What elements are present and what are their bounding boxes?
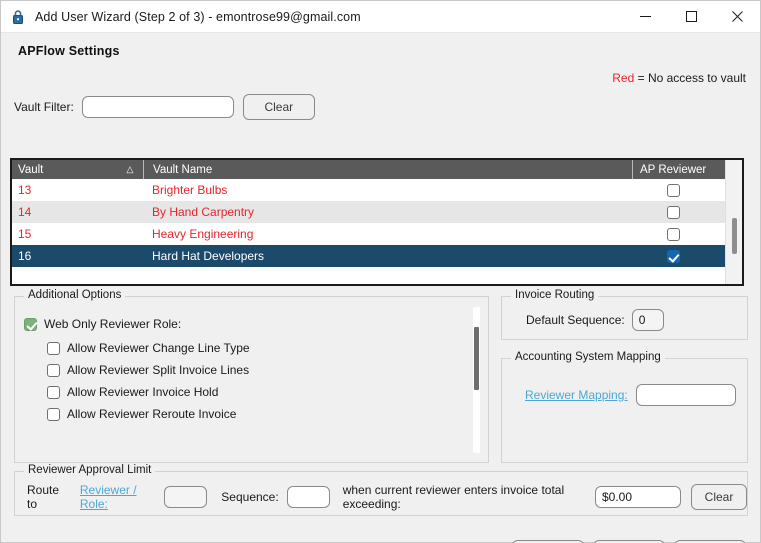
reviewer-permission-label: Allow Reviewer Change Line Type [67, 341, 250, 355]
vault-id-cell: 15 [18, 227, 32, 241]
reviewer-permission-label: Allow Reviewer Reroute Invoice [67, 407, 237, 421]
table-row[interactable]: 14 By Hand Carpentry [12, 201, 742, 223]
additional-options-scrollbar-thumb[interactable] [474, 327, 479, 390]
default-sequence-label: Default Sequence: [526, 313, 625, 327]
web-only-reviewer-role-label: Web Only Reviewer Role: [44, 317, 182, 331]
reviewer-role-link[interactable]: Reviewer / Role: [80, 483, 155, 511]
sequence-input[interactable] [286, 486, 330, 508]
maximize-icon [685, 11, 697, 22]
reviewer-permission-label: Allow Reviewer Split Invoice Lines [67, 363, 250, 377]
reviewer-permission-row[interactable]: Allow Reviewer Invoice Hold [47, 385, 250, 399]
ap-reviewer-checkbox[interactable] [666, 183, 680, 197]
vault-filter-row: Vault Filter: Clear [14, 94, 315, 120]
reviewer-mapping-link[interactable]: Reviewer Mapping: [525, 388, 628, 402]
default-sequence-row: Default Sequence: [526, 309, 664, 331]
table-row[interactable]: 15 Heavy Engineering [12, 223, 742, 245]
reviewer-mapping-input[interactable] [635, 384, 736, 406]
column-header-vault[interactable]: Vault [12, 160, 117, 179]
additional-options-legend: Additional Options [24, 289, 126, 301]
close-icon [731, 11, 743, 22]
vault-filter-label: Vault Filter: [14, 100, 74, 114]
ap-reviewer-checkbox[interactable] [666, 227, 680, 241]
legend-no-access: Red = No access to vault [612, 71, 746, 85]
vault-grid-scrollbar[interactable] [725, 160, 742, 284]
column-header-vault-name[interactable]: Vault Name [143, 160, 632, 179]
ap-reviewer-checkbox[interactable] [666, 249, 680, 263]
vault-name-cell: Hard Hat Developers [152, 249, 265, 263]
vault-id-cell: 16 [18, 249, 32, 263]
window-title: Add User Wizard (Step 2 of 3) - emontros… [35, 9, 361, 24]
page-title: APFlow Settings [18, 44, 120, 58]
reviewer-permission-checkbox[interactable] [47, 385, 60, 399]
web-only-reviewer-role-checkbox[interactable] [24, 317, 37, 331]
reviewer-permission-row[interactable]: Allow Reviewer Split Invoice Lines [47, 363, 250, 377]
vault-id-cell: 13 [18, 183, 32, 197]
legend-red-word: Red [612, 71, 635, 85]
sort-ascending-icon[interactable]: △ [117, 160, 143, 179]
accounting-system-mapping-legend: Accounting System Mapping [511, 351, 665, 363]
table-row[interactable]: 13 Brighter Bulbs [12, 179, 742, 201]
reviewer-permission-label: Allow Reviewer Invoice Hold [67, 385, 219, 399]
reviewer-permission-row[interactable]: Allow Reviewer Change Line Type [47, 341, 250, 355]
reviewer-permission-checkbox[interactable] [47, 341, 60, 355]
vault-filter-clear-button[interactable]: Clear [242, 94, 315, 120]
vault-id-cell: 14 [18, 205, 32, 219]
add-user-wizard-window: Add User Wizard (Step 2 of 3) - emontros… [0, 0, 761, 543]
exceeding-label: when current reviewer enters invoice tot… [342, 483, 565, 511]
invoice-total-amount-input[interactable] [595, 486, 681, 508]
vault-name-cell: By Hand Carpentry [152, 205, 255, 219]
reviewer-permission-checkbox[interactable] [47, 363, 60, 377]
reviewer-approval-limit-group: Reviewer Approval Limit Route to Reviewe… [14, 464, 748, 516]
vault-grid: Vault △ Vault Name AP Reviewer 13 Brighte… [10, 158, 744, 286]
dialog-body: APFlow Settings Red = No access to vault… [1, 33, 760, 543]
web-only-reviewer-role-row[interactable]: Web Only Reviewer Role: [24, 317, 181, 331]
reviewer-permission-list: Allow Reviewer Change Line Type Allow Rev… [47, 341, 250, 429]
default-sequence-input[interactable] [631, 309, 664, 331]
reviewer-approval-limit-legend: Reviewer Approval Limit [24, 464, 156, 476]
vault-name-cell: Heavy Engineering [152, 227, 254, 241]
minimize-button[interactable] [622, 1, 668, 33]
reviewer-mapping-row: Reviewer Mapping: [525, 384, 736, 406]
additional-options-scrollbar[interactable] [473, 307, 480, 453]
vault-grid-body: 13 Brighter Bulbs 14 By Hand Carpentry 15 Hea… [12, 179, 742, 284]
ap-reviewer-checkbox[interactable] [666, 205, 680, 219]
title-bar: Add User Wizard (Step 2 of 3) - emontros… [1, 1, 760, 33]
legend-text: = No access to vault [637, 71, 746, 85]
maximize-button[interactable] [668, 1, 714, 33]
approval-limit-row: Route to Reviewer / Role: Sequence: when… [27, 483, 747, 511]
lock-icon [13, 9, 23, 24]
window-controls [622, 1, 760, 33]
vault-grid-scrollbar-thumb[interactable] [732, 218, 737, 254]
route-to-label: Route to [27, 483, 60, 511]
reviewer-role-input[interactable] [164, 486, 208, 508]
vault-filter-input[interactable] [81, 96, 234, 118]
sequence-label: Sequence: [221, 490, 279, 504]
vault-name-cell: Brighter Bulbs [152, 183, 228, 197]
invoice-routing-group: Invoice Routing Default Sequence: [501, 289, 748, 340]
approval-limit-clear-button[interactable]: Clear [691, 484, 747, 510]
close-button[interactable] [714, 1, 760, 33]
reviewer-permission-checkbox[interactable] [47, 407, 60, 421]
table-row[interactable]: 16 Hard Hat Developers [12, 245, 742, 267]
vault-grid-header: Vault △ Vault Name AP Reviewer [12, 160, 742, 179]
minimize-icon [639, 16, 651, 17]
reviewer-permission-row[interactable]: Allow Reviewer Reroute Invoice [47, 407, 250, 421]
additional-options-group: Additional Options Web Only Reviewer Rol… [14, 289, 489, 463]
invoice-routing-legend: Invoice Routing [511, 289, 599, 301]
accounting-system-mapping-group: Accounting System Mapping Reviewer Mappi… [501, 351, 748, 463]
